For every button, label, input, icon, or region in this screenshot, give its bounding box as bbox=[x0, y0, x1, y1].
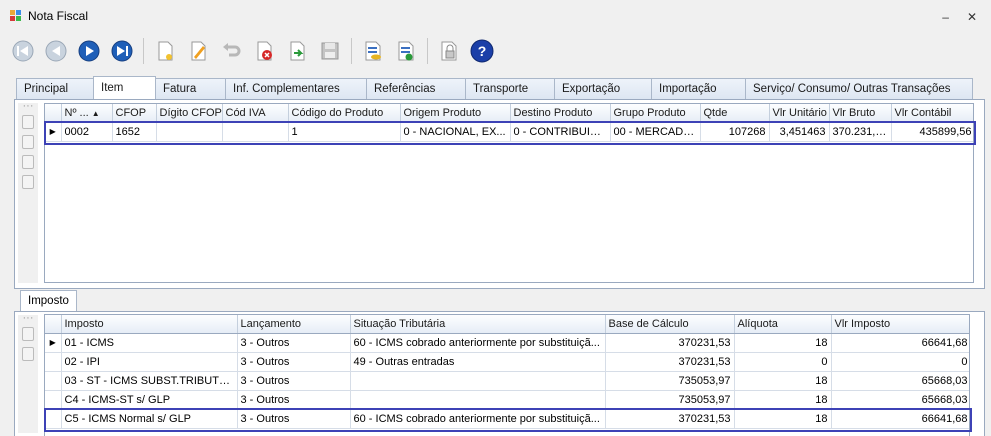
table-row[interactable]: ▶ 01 - ICMS 3 - Outros 60 - ICMS cobrado… bbox=[45, 333, 969, 353]
row-pointer-icon: ▶ bbox=[45, 122, 62, 142]
items-header-row: Nº ... ▲ CFOP Dígito CFOP Cód IVA Código… bbox=[45, 104, 973, 123]
svg-text:?: ? bbox=[478, 43, 487, 59]
toolbar-separator bbox=[351, 38, 352, 64]
column-header[interactable]: Vlr Unitário bbox=[769, 104, 830, 123]
column-header[interactable]: Vlr Imposto bbox=[831, 315, 969, 334]
column-header[interactable]: Alíquota bbox=[734, 315, 832, 334]
save-arrow-icon[interactable] bbox=[282, 36, 312, 66]
imposto-side-toolbar: ··· bbox=[18, 313, 38, 433]
column-header[interactable]: Situação Tributária bbox=[350, 315, 606, 334]
column-header[interactable]: Base de Cálculo bbox=[605, 315, 735, 334]
close-button[interactable]: ✕ bbox=[967, 10, 977, 24]
table-row[interactable]: C5 - ICMS Normal s/ GLP 3 - Outros 60 - … bbox=[45, 409, 969, 429]
undo-icon[interactable] bbox=[216, 36, 246, 66]
lock-icon[interactable] bbox=[434, 36, 464, 66]
column-header[interactable]: CFOP bbox=[112, 104, 157, 123]
tab-item[interactable]: Item bbox=[93, 76, 156, 99]
tab-importacao[interactable]: Importação bbox=[651, 78, 746, 99]
main-tabs: Principal Item Fatura Inf. Complementare… bbox=[16, 76, 973, 99]
column-header[interactable]: Grupo Produto bbox=[610, 104, 701, 123]
calculator-export-icon[interactable] bbox=[391, 36, 421, 66]
save-disk-icon[interactable] bbox=[315, 36, 345, 66]
tab-inf-complementares[interactable]: Inf. Complementares bbox=[225, 78, 367, 99]
edit-row-icon[interactable] bbox=[22, 155, 34, 169]
tab-fatura[interactable]: Fatura bbox=[155, 78, 226, 99]
column-header[interactable]: Origem Produto bbox=[400, 104, 511, 123]
table-row[interactable]: C4 - ICMS-ST s/ GLP 3 - Outros 735053,97… bbox=[45, 390, 969, 410]
calculator-coins-icon[interactable] bbox=[358, 36, 388, 66]
toolbar: ? bbox=[8, 34, 497, 68]
column-header[interactable]: Código do Produto bbox=[288, 104, 401, 123]
edit-icon[interactable] bbox=[183, 36, 213, 66]
tab-servico-consumo[interactable]: Serviço/ Consumo/ Outras Transações bbox=[745, 78, 973, 99]
app-icon bbox=[10, 10, 22, 22]
column-header[interactable]: Nº ... ▲ bbox=[61, 104, 113, 123]
minimize-button[interactable]: ‒ bbox=[942, 10, 949, 24]
tab-referencias[interactable]: Referências bbox=[366, 78, 466, 99]
delete-tax-row-icon[interactable] bbox=[22, 347, 34, 361]
delete-row-icon[interactable] bbox=[22, 175, 34, 189]
column-header[interactable]: Lançamento bbox=[237, 315, 351, 334]
first-record-icon[interactable] bbox=[8, 36, 38, 66]
item-side-toolbar: ··· bbox=[18, 101, 38, 283]
tax-header-row: Imposto Lançamento Situação Tributária B… bbox=[45, 315, 969, 334]
insert-row-icon[interactable] bbox=[22, 135, 34, 149]
column-header[interactable]: Qtde bbox=[700, 104, 770, 123]
help-icon[interactable]: ? bbox=[467, 36, 497, 66]
tax-grid: Imposto Lançamento Situação Tributária B… bbox=[44, 314, 970, 436]
column-header[interactable]: Destino Produto bbox=[510, 104, 611, 123]
table-row[interactable]: 03 - ST - ICMS SUBST.TRIBUTÁRIA 3 - Outr… bbox=[45, 371, 969, 391]
delete-icon[interactable] bbox=[249, 36, 279, 66]
tab-transporte[interactable]: Transporte bbox=[465, 78, 555, 99]
row-pointer-icon: ▶ bbox=[45, 333, 62, 353]
column-header[interactable]: Vlr Bruto bbox=[829, 104, 892, 123]
table-row[interactable]: 02 - IPI 3 - Outros 49 - Outras entradas… bbox=[45, 352, 969, 372]
row-header-corner bbox=[45, 104, 62, 123]
insert-tax-row-icon[interactable] bbox=[22, 327, 34, 341]
tab-imposto[interactable]: Imposto bbox=[20, 290, 77, 312]
new-document-icon[interactable] bbox=[150, 36, 180, 66]
row-header-corner bbox=[45, 315, 62, 334]
add-row-icon[interactable] bbox=[22, 115, 34, 129]
last-record-icon[interactable] bbox=[107, 36, 137, 66]
column-header[interactable]: Vlr Contábil bbox=[891, 104, 973, 123]
title-bar: Nota Fiscal ‒ ✕ bbox=[0, 0, 991, 32]
column-header[interactable]: Dígito CFOP bbox=[156, 104, 223, 123]
tab-principal[interactable]: Principal bbox=[16, 78, 94, 99]
table-row[interactable]: ▶ 0002 1652 1 0 - NACIONAL, EX... 0 - CO… bbox=[45, 122, 973, 142]
window-title: Nota Fiscal bbox=[28, 9, 89, 23]
column-header[interactable]: Imposto bbox=[61, 315, 238, 334]
column-header[interactable]: Cód IVA bbox=[222, 104, 289, 123]
previous-record-icon[interactable] bbox=[41, 36, 71, 66]
next-record-icon[interactable] bbox=[74, 36, 104, 66]
items-grid: Nº ... ▲ CFOP Dígito CFOP Cód IVA Código… bbox=[44, 103, 974, 283]
toolbar-separator bbox=[143, 38, 144, 64]
toolbar-separator bbox=[427, 38, 428, 64]
sort-ascending-icon: ▲ bbox=[91, 108, 100, 118]
tab-exportacao[interactable]: Exportação bbox=[554, 78, 652, 99]
